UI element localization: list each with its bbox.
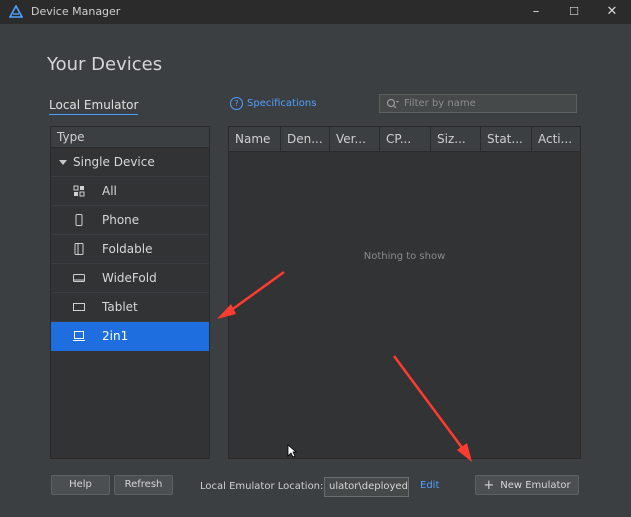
new-emulator-button[interactable]: + New Emulator: [475, 475, 579, 495]
page-title: Your Devices: [47, 54, 163, 75]
type-item-label: All: [102, 184, 117, 198]
empty-state-text: Nothing to show: [363, 251, 446, 262]
app-logo-icon: [9, 5, 23, 18]
location-label: Local Emulator Location:: [200, 481, 324, 492]
type-item-foldable[interactable]: Foldable: [51, 235, 209, 264]
type-item-label: 2in1: [102, 329, 129, 343]
group-label: Single Device: [73, 155, 155, 169]
tab-local-emulator[interactable]: Local Emulator: [49, 98, 139, 115]
table-header: Name Den... Ver... CP... Siz... Stat... …: [229, 127, 580, 152]
refresh-button[interactable]: Refresh: [114, 475, 173, 495]
type-item-phone[interactable]: Phone: [51, 206, 209, 235]
expand-triangle-icon[interactable]: [59, 159, 67, 165]
filter-input[interactable]: [404, 98, 564, 109]
laptop-icon: [73, 330, 85, 342]
column-status[interactable]: Stat...: [481, 127, 532, 151]
type-item-all[interactable]: All: [51, 177, 209, 206]
column-size[interactable]: Siz...: [431, 127, 481, 151]
column-cpu[interactable]: CP...: [380, 127, 431, 151]
location-field[interactable]: ulator\deployed: [324, 477, 409, 497]
grid-icon: [73, 185, 85, 197]
foldable-icon: [73, 243, 85, 255]
group-single-device[interactable]: Single Device: [51, 148, 209, 177]
plus-icon: +: [483, 477, 495, 493]
device-type-panel: Type Single Device All Phone Foldable Wi…: [50, 126, 210, 459]
column-actions[interactable]: Acti...: [532, 127, 580, 151]
type-item-2in1[interactable]: 2in1: [51, 322, 209, 351]
type-item-label: Tablet: [102, 300, 138, 314]
title-bar: Device Manager – ☐ ✕: [0, 0, 631, 24]
type-item-label: Foldable: [102, 242, 153, 256]
minimize-button[interactable]: –: [527, 3, 545, 21]
search-icon: [386, 98, 399, 108]
filter-box[interactable]: [379, 94, 577, 113]
edit-location-link[interactable]: Edit: [420, 480, 439, 491]
close-button[interactable]: ✕: [603, 3, 621, 21]
type-item-label: Phone: [102, 213, 140, 227]
new-emulator-label: New Emulator: [500, 479, 571, 491]
column-name[interactable]: Name: [229, 127, 281, 151]
widefold-icon: [73, 272, 85, 284]
type-column-header: Type: [51, 127, 209, 148]
type-item-tablet[interactable]: Tablet: [51, 293, 209, 322]
specifications-label: Specifications: [247, 98, 317, 109]
tablet-icon: [73, 301, 85, 313]
window-title: Device Manager: [31, 5, 121, 18]
type-item-widefold[interactable]: WideFold: [51, 264, 209, 293]
column-density[interactable]: Den...: [281, 127, 330, 151]
mouse-cursor-icon: [287, 444, 297, 458]
type-item-label: WideFold: [102, 271, 157, 285]
device-table: Name Den... Ver... CP... Siz... Stat... …: [228, 126, 581, 459]
maximize-button[interactable]: ☐: [565, 3, 583, 21]
specifications-link[interactable]: ? Specifications: [230, 97, 316, 110]
help-button[interactable]: Help: [51, 475, 110, 495]
phone-icon: [73, 214, 85, 226]
column-version[interactable]: Ver...: [330, 127, 380, 151]
question-icon: ?: [230, 97, 243, 110]
